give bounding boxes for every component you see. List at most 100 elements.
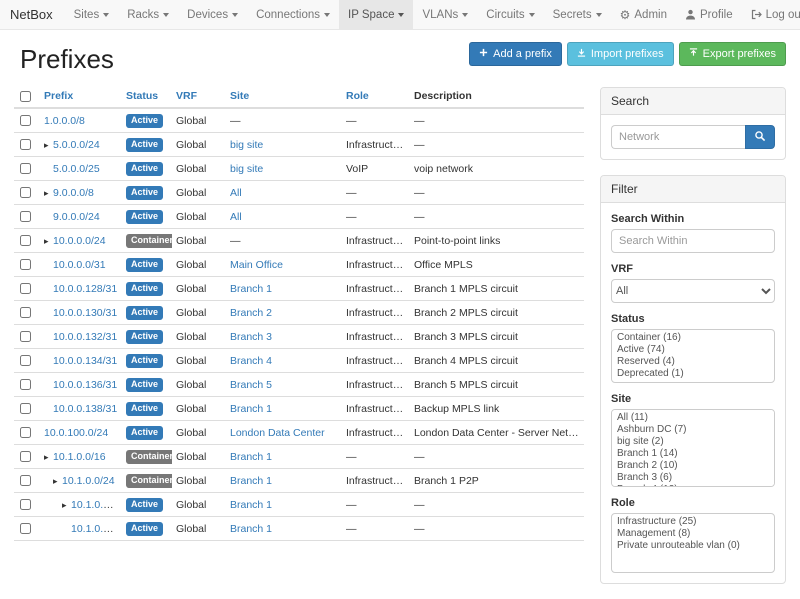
- prefix-link[interactable]: 10.0.0.0/24: [53, 235, 106, 247]
- search-input[interactable]: [611, 125, 745, 149]
- filter-option[interactable]: Active (74): [614, 344, 772, 356]
- nav-racks[interactable]: Racks: [118, 0, 178, 29]
- nav-circuits[interactable]: Circuits: [477, 0, 543, 29]
- filter-option[interactable]: Branch 1 (14): [614, 448, 772, 460]
- row-checkbox[interactable]: [20, 451, 31, 462]
- status-cell: Container: [122, 229, 172, 253]
- nav-admin[interactable]: ⚙ Admin: [611, 0, 676, 29]
- prefix-link[interactable]: 9.0.0.0/8: [53, 187, 94, 199]
- search-within-input[interactable]: [611, 229, 775, 253]
- prefix-link[interactable]: 10.0.0.134/31: [53, 355, 117, 367]
- row-checkbox[interactable]: [20, 283, 31, 294]
- site-link[interactable]: Main Office: [230, 259, 283, 271]
- prefix-link[interactable]: 10.0.0.132/31: [53, 331, 117, 343]
- prefix-link[interactable]: 10.0.0.0/31: [53, 259, 106, 271]
- row-checkbox[interactable]: [20, 331, 31, 342]
- table-row: ▸9.0.0.0/8ActiveGlobalAll——: [14, 181, 584, 205]
- site-link[interactable]: All: [230, 211, 242, 223]
- filter-option[interactable]: Infrastructure (25): [614, 516, 772, 528]
- nav-devices[interactable]: Devices: [178, 0, 247, 29]
- row-checkbox[interactable]: [20, 403, 31, 414]
- site-link[interactable]: big site: [230, 139, 263, 151]
- nav-secrets[interactable]: Secrets: [544, 0, 611, 29]
- prefix-link[interactable]: 10.1.0.0/26: [71, 523, 122, 535]
- row-checkbox[interactable]: [20, 475, 31, 486]
- row-checkbox[interactable]: [20, 187, 31, 198]
- row-checkbox[interactable]: [20, 115, 31, 126]
- prefix-link[interactable]: 9.0.0.0/24: [53, 211, 100, 223]
- site-cell: Branch 1: [226, 277, 342, 301]
- filter-option[interactable]: Branch 4 (12): [614, 484, 772, 487]
- site-link[interactable]: Branch 1: [230, 283, 272, 295]
- site-filter-select[interactable]: All (11)Ashburn DC (7)big site (2)Branch…: [611, 409, 775, 487]
- prefix-link[interactable]: 10.0.0.136/31: [53, 379, 117, 391]
- status-filter-select[interactable]: Container (16)Active (74)Reserved (4)Dep…: [611, 329, 775, 383]
- site-link[interactable]: Branch 4: [230, 355, 272, 367]
- col-role[interactable]: Role: [342, 85, 410, 108]
- nav-connections[interactable]: Connections: [247, 0, 339, 29]
- prefix-link[interactable]: 10.0.0.130/31: [53, 307, 117, 319]
- col-site[interactable]: Site: [226, 85, 342, 108]
- brand[interactable]: NetBox: [10, 0, 53, 29]
- filter-option[interactable]: All (11): [614, 412, 772, 424]
- site-link[interactable]: Branch 1: [230, 499, 272, 511]
- site-link[interactable]: Branch 5: [230, 379, 272, 391]
- prefix-link[interactable]: 10.1.0.0/25: [71, 499, 122, 511]
- row-checkbox[interactable]: [20, 259, 31, 270]
- select-all-checkbox[interactable]: [20, 91, 31, 102]
- import-prefixes-button[interactable]: Import prefixes: [567, 42, 674, 66]
- col-status[interactable]: Status: [122, 85, 172, 108]
- nav-sites[interactable]: Sites: [65, 0, 119, 29]
- site-link[interactable]: Branch 3: [230, 331, 272, 343]
- navbar-right: ⚙ Admin Profile Log out: [611, 0, 800, 29]
- prefix-link[interactable]: 5.0.0.0/25: [53, 163, 100, 175]
- role-filter-select[interactable]: Infrastructure (25)Management (8)Private…: [611, 513, 775, 573]
- nav-vlans[interactable]: VLANs: [413, 0, 477, 29]
- row-checkbox[interactable]: [20, 235, 31, 246]
- prefix-link[interactable]: 1.0.0.0/8: [44, 115, 85, 127]
- site-link[interactable]: Branch 1: [230, 475, 272, 487]
- prefix-link[interactable]: 10.0.0.128/31: [53, 283, 117, 295]
- search-button[interactable]: [745, 125, 775, 149]
- site-link[interactable]: All: [230, 187, 242, 199]
- add-prefix-button[interactable]: Add a prefix: [469, 42, 562, 66]
- filter-option[interactable]: Reserved (4): [614, 356, 772, 368]
- nav-profile[interactable]: Profile: [676, 0, 742, 29]
- filter-option[interactable]: Branch 2 (10): [614, 460, 772, 472]
- filter-option[interactable]: Private unrouteable vlan (0): [614, 540, 772, 552]
- chevron-down-icon: [163, 13, 169, 17]
- prefix-link[interactable]: 10.0.100.0/24: [44, 427, 108, 439]
- col-vrf[interactable]: VRF: [172, 85, 226, 108]
- row-checkbox[interactable]: [20, 139, 31, 150]
- row-checkbox[interactable]: [20, 163, 31, 174]
- row-checkbox[interactable]: [20, 427, 31, 438]
- site-link[interactable]: big site: [230, 163, 263, 175]
- site-cell: Branch 4: [226, 349, 342, 373]
- row-checkbox[interactable]: [20, 355, 31, 366]
- filter-option[interactable]: Deprecated (1): [614, 368, 772, 380]
- col-prefix[interactable]: Prefix: [40, 85, 122, 108]
- filter-option[interactable]: Container (16): [614, 332, 772, 344]
- prefix-link[interactable]: 5.0.0.0/24: [53, 139, 100, 151]
- row-checkbox[interactable]: [20, 379, 31, 390]
- site-link[interactable]: Branch 1: [230, 523, 272, 535]
- prefix-link[interactable]: 10.1.0.0/24: [62, 475, 115, 487]
- nav-ip-space[interactable]: IP Space: [339, 0, 413, 29]
- filter-option[interactable]: Management (8): [614, 528, 772, 540]
- filter-option[interactable]: Ashburn DC (7): [614, 424, 772, 436]
- row-checkbox[interactable]: [20, 499, 31, 510]
- prefix-link[interactable]: 10.0.0.138/31: [53, 403, 117, 415]
- site-link[interactable]: Branch 1: [230, 451, 272, 463]
- prefix-link[interactable]: 10.1.0.0/16: [53, 451, 106, 463]
- site-link[interactable]: Branch 1: [230, 403, 272, 415]
- filter-option[interactable]: Branch 3 (6): [614, 472, 772, 484]
- site-link[interactable]: Branch 2: [230, 307, 272, 319]
- filter-option[interactable]: big site (2): [614, 436, 772, 448]
- site-link[interactable]: London Data Center: [230, 427, 325, 439]
- row-checkbox[interactable]: [20, 211, 31, 222]
- row-checkbox[interactable]: [20, 307, 31, 318]
- row-checkbox[interactable]: [20, 523, 31, 534]
- nav-logout[interactable]: Log out: [742, 0, 800, 29]
- export-prefixes-button[interactable]: Export prefixes: [679, 42, 786, 66]
- vrf-select[interactable]: All: [611, 279, 775, 303]
